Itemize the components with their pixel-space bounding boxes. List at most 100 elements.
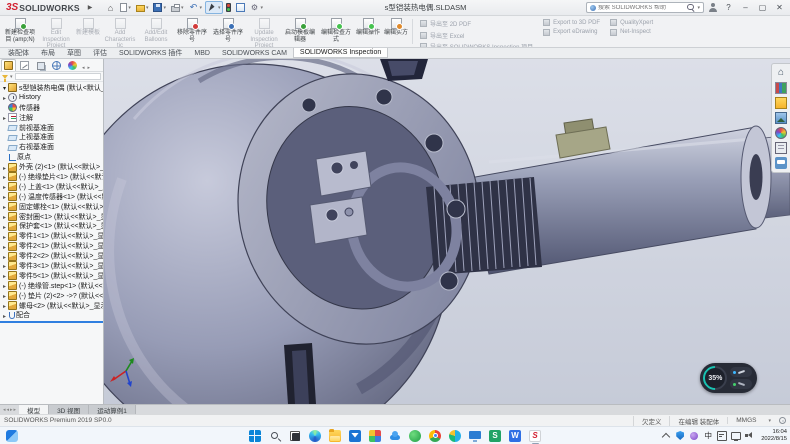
command-tab[interactable]: SOLIDWORKS Inspection	[293, 48, 388, 58]
ime-mode-icon[interactable]	[717, 430, 727, 442]
tree-item[interactable]: 螺母<2> (默认<<默认>_显示状态	[1, 301, 103, 311]
unit-caret-icon[interactable]: ▾	[768, 418, 771, 424]
manager-tab[interactable]	[33, 59, 48, 71]
tab-scroll-arrow-icon[interactable]: ◂	[7, 407, 10, 413]
help-search-box[interactable]: ▾	[586, 2, 704, 13]
floating-percent-widget[interactable]: 35%	[700, 363, 757, 393]
taskbar-app-button[interactable]	[268, 428, 283, 443]
command-tab[interactable]: SOLIDWORKS CAM	[216, 48, 293, 58]
tree-item[interactable]: 固定螺栓<1> (默认<<默认>_显示	[1, 202, 103, 212]
document-tab[interactable]: 模型	[19, 405, 49, 414]
minimize-button[interactable]: –	[738, 0, 753, 15]
expand-arrow-icon[interactable]	[1, 311, 8, 320]
filter-input[interactable]	[15, 73, 101, 80]
expand-arrow-icon[interactable]	[1, 301, 8, 310]
menu-flyout-arrow-icon[interactable]: ▶	[85, 4, 96, 11]
tree-item[interactable]: 右视基准面	[1, 142, 103, 152]
export-menu-item[interactable]: 导出至 2D PDF	[420, 19, 533, 28]
quick-access-button[interactable]: ▾	[248, 1, 266, 14]
command-tab[interactable]: MBD	[188, 48, 216, 58]
quick-access-button[interactable]: ▾	[169, 1, 186, 14]
tree-item[interactable]: 前视基准面	[1, 123, 103, 133]
taskbar-app-button[interactable]	[368, 428, 383, 443]
taskbar-app-button[interactable]	[288, 428, 303, 443]
expand-arrow-icon[interactable]	[1, 93, 8, 102]
taskbar-app-button[interactable]	[308, 428, 323, 443]
ribbon-button[interactable]: Edit Inspection Project	[38, 16, 74, 47]
tree-item[interactable]: 外壳 (2)<1> (默认<<默认>_显示状	[1, 162, 103, 172]
quick-access-button[interactable]: ▾	[118, 1, 133, 14]
taskbar-app-button[interactable]	[388, 428, 403, 443]
design-library-icon[interactable]	[775, 82, 787, 94]
tab-scroll-arrow-icon[interactable]: ▸	[10, 407, 13, 413]
dropdown-caret-icon[interactable]: ▾	[181, 5, 184, 11]
tree-item[interactable]: 配合	[1, 310, 103, 320]
tab-overflow-right-icon[interactable]: ▸	[87, 65, 92, 71]
taskbar-app-button[interactable]	[348, 428, 363, 443]
tree-item[interactable]: 零件3<1> (默认<<默认>_显示状态	[1, 261, 103, 271]
tree-item[interactable]: 上视基准面	[1, 132, 103, 142]
taskbar-app-button[interactable]: S	[488, 428, 503, 443]
taskbar-clock[interactable]: 16:04 2022/8/15	[761, 429, 787, 442]
ribbon-button[interactable]: Add/Edit Balloons	[138, 16, 174, 47]
taskbar-app-button[interactable]: S	[528, 428, 543, 443]
tab-scroll-arrow-icon[interactable]: ▸	[14, 407, 17, 413]
status-gear-icon[interactable]	[779, 417, 786, 424]
quick-access-button[interactable]: ▾	[134, 1, 151, 14]
taskbar-app-button[interactable]	[428, 428, 443, 443]
quick-access-button[interactable]: ▾	[234, 1, 247, 14]
defender-icon[interactable]	[675, 430, 685, 442]
expand-arrow-icon[interactable]	[1, 281, 8, 290]
tree-item[interactable]: (-) 温度传感器<1> (默认<<默认>	[1, 192, 103, 202]
ribbon-button[interactable]: 编辑实方	[382, 16, 410, 47]
file-explorer-pane-icon[interactable]	[775, 97, 787, 109]
search-icon[interactable]	[687, 4, 695, 12]
expand-arrow-icon[interactable]	[1, 222, 8, 231]
tree-item[interactable]: (-) 绝缘管.step<1> (默认<<默认>	[1, 281, 103, 291]
tree-item[interactable]: 零件1<1> (默认<<默认>_显示状态	[1, 231, 103, 241]
dropdown-caret-icon[interactable]: ▾	[146, 5, 149, 11]
tree-item[interactable]: (-) 垫片 (2)<2> ->? (默认<<默认>	[1, 291, 103, 301]
ribbon-button[interactable]: 启动模板编辑器	[282, 16, 318, 47]
tree-item[interactable]: 零件5<1> (默认<<默认>_显示状态	[1, 271, 103, 281]
expand-arrow-icon[interactable]	[1, 202, 8, 211]
command-tab[interactable]: SOLIDWORKS 插件	[113, 48, 188, 58]
ribbon-button[interactable]: Add Characteristic	[102, 16, 138, 47]
widget-button-top[interactable]	[730, 367, 752, 377]
ime-indicator[interactable]: 中	[703, 430, 713, 442]
tab-overflow-left-icon[interactable]: ◂	[81, 65, 86, 71]
expand-arrow-icon[interactable]	[1, 291, 8, 300]
ribbon-button[interactable]: 编辑检查方式	[318, 16, 354, 47]
command-tab[interactable]: 布局	[35, 48, 61, 58]
expand-arrow-icon[interactable]	[1, 232, 8, 241]
tree-item[interactable]: s型铠装热电偶 (默认<默认_显示状态-1	[1, 83, 103, 93]
document-tab[interactable]: 3D 视图	[49, 405, 89, 414]
dropdown-caret-icon[interactable]: ▾	[261, 5, 264, 11]
widget-button-bottom[interactable]	[730, 379, 752, 389]
tree-item[interactable]: 零件2<2> (默认<<默认>_显示状态	[1, 251, 103, 261]
taskbar-app-button[interactable]	[468, 428, 483, 443]
quick-access-button[interactable]: ▾	[186, 1, 204, 14]
quick-access-button[interactable]: ▾	[151, 1, 168, 14]
taskbar-app-button[interactable]	[408, 428, 423, 443]
command-tab[interactable]: 装配体	[2, 48, 35, 58]
forum-icon[interactable]	[775, 157, 787, 169]
ribbon-button[interactable]: 编辑操作	[354, 16, 382, 47]
quick-access-button[interactable]: ▾	[103, 1, 117, 14]
expand-arrow-icon[interactable]	[1, 242, 8, 251]
dropdown-caret-icon[interactable]: ▾	[199, 5, 202, 11]
expand-arrow-icon[interactable]	[1, 113, 8, 122]
custom-properties-icon[interactable]	[775, 142, 787, 154]
tree-item[interactable]: 传感器	[1, 103, 103, 113]
filter-funnel-icon[interactable]	[2, 75, 8, 79]
view-palette-icon[interactable]	[775, 112, 787, 124]
command-tab[interactable]: 评估	[87, 48, 113, 58]
expand-arrow-icon[interactable]	[1, 192, 8, 201]
tree-item[interactable]: 零件2<1> (默认<<默认>_显示状态	[1, 241, 103, 251]
tree-item[interactable]: (-) 绝缘垫片<1> (默认<<默认>_显	[1, 172, 103, 182]
expand-arrow-icon[interactable]	[1, 182, 8, 191]
tray-monitor-icon[interactable]	[731, 430, 741, 442]
quick-access-button[interactable]: ▾	[224, 1, 233, 14]
taskbar-app-button[interactable]	[328, 428, 343, 443]
tree-item[interactable]: 保护套<1> (默认<<默认>_显示状	[1, 221, 103, 231]
